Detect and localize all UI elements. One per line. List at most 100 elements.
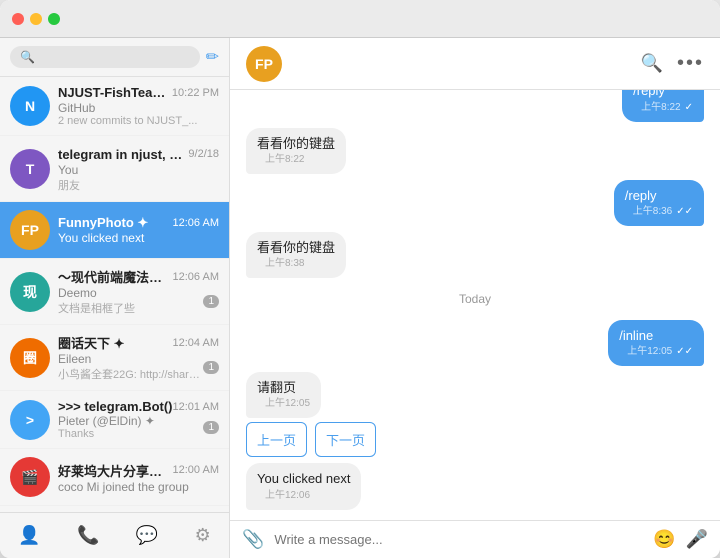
msg-bubble: You clicked next 上午12:06 — [246, 463, 361, 509]
msg-text: /inline — [619, 328, 653, 343]
message-row: You clicked next 上午12:06 — [246, 463, 704, 509]
msg-time: 上午8:22 — [265, 153, 304, 167]
msg-time: 上午12:05 — [265, 397, 310, 411]
chat-preview: Pieter (@ElDin) ✦ — [58, 414, 203, 428]
chat-name: 圈话天下 ✦ — [58, 333, 125, 352]
chat-info: 好莱坞大片分享交流 ✦ 12:00 AM coco Mi joined the … — [58, 461, 219, 494]
chat-header: FP 🔍 ••• — [230, 38, 720, 90]
msg-time: 上午8:22 — [641, 101, 680, 115]
inline-button[interactable]: 下一页 — [315, 422, 376, 457]
chat-time: 12:00 AM — [173, 464, 219, 476]
chat-input-area: 📎 😊 🎤 — [230, 520, 720, 558]
tab-phone[interactable]: 📞 — [69, 521, 107, 550]
chat-avatar: > — [10, 400, 50, 440]
chat-list: N NJUST-FishTeam ✦ 10:22 PM GitHub 2 new… — [0, 77, 229, 512]
msg-text: You clicked next — [257, 471, 350, 486]
message-row: 看看你的键盘上午8:22 — [246, 128, 704, 174]
close-button[interactable] — [12, 13, 24, 25]
search-bar: 🔍 ✏ — [0, 38, 229, 77]
msg-bubble: 看看你的键盘上午8:38 — [246, 232, 346, 278]
search-box[interactable]: 🔍 — [10, 46, 200, 68]
inline-button[interactable]: 上一页 — [246, 422, 307, 457]
chat-name: ～现代前端魔法部～ — [58, 267, 173, 286]
chat-item[interactable]: 现 ～现代前端魔法部～ 12:06 AM Deemo 文档是相框了些 1 — [0, 259, 229, 325]
search-icon: 🔍 — [20, 50, 35, 64]
msg-text: /reply — [625, 188, 657, 203]
chat-name: FunnyPhoto ✦ — [58, 215, 148, 231]
chat-preview: You — [58, 163, 219, 177]
chat-item[interactable]: FP FunnyPhoto ✦ 12:06 AM You clicked nex… — [0, 202, 229, 259]
message-row: 看看你的键盘上午8:38 — [246, 232, 704, 278]
chat-info: ～现代前端魔法部～ 12:06 AM Deemo 文档是相框了些 1 — [58, 267, 219, 316]
msg-bubble: /reply 上午8:36 ✓✓ — [614, 180, 704, 226]
tab-settings[interactable]: ⚙ — [187, 521, 219, 550]
chat-item[interactable]: 🎬 好莱坞大片分享交流 ✦ 12:00 AM coco Mi joined th… — [0, 449, 229, 506]
chat-time: 12:01 AM — [173, 401, 219, 413]
chat-badge: 1 — [203, 361, 219, 374]
message-row: /reply 上午8:36 ✓✓ — [246, 180, 704, 226]
chat-name: telegram in njust, 不… — [58, 144, 188, 163]
message-row: /inline上午12:05✓✓ — [246, 320, 704, 366]
chat-info: >>> telegram.Bot() 12:01 AM Pieter (@ElD… — [58, 399, 219, 440]
app-window: 🔍 ✏ N NJUST-FishTeam ✦ 10:22 PM GitHub 2… — [0, 0, 720, 558]
more-options-button[interactable]: ••• — [677, 52, 704, 75]
chat-time: 12:04 AM — [173, 337, 219, 349]
main-content: 🔍 ✏ N NJUST-FishTeam ✦ 10:22 PM GitHub 2… — [0, 38, 720, 558]
msg-text: 看看你的键盘 — [257, 240, 335, 255]
attach-button[interactable]: 📎 — [242, 529, 264, 550]
chat-item[interactable]: > >>> telegram.Bot() 12:01 AM Pieter (@E… — [0, 391, 229, 449]
chat-header-avatar: FP — [246, 46, 282, 82]
msg-time: 上午8:38 — [265, 257, 304, 271]
chat-info: NJUST-FishTeam ✦ 10:22 PM GitHub 2 new c… — [58, 85, 219, 127]
maximize-button[interactable] — [48, 13, 60, 25]
chat-item[interactable]: N NJUST-FishTeam ✦ 10:22 PM GitHub 2 new… — [0, 77, 229, 136]
messages-area: /echo hello aiotg下午7:45✓✓song yang/echo … — [230, 90, 720, 520]
msg-bubble: 请翻页上午12:05 — [246, 372, 321, 418]
msg-bubble: /inline上午12:05✓✓ — [608, 320, 704, 366]
msg-time: 上午12:06 — [265, 489, 310, 503]
emoji-button[interactable]: 😊 — [653, 529, 675, 550]
chat-name: 好莱坞大片分享交流 ✦ — [58, 461, 173, 480]
date-divider: Today — [246, 292, 704, 306]
msg-bubble: /reply上午8:22✓ — [622, 90, 704, 122]
chat-preview: GitHub — [58, 101, 219, 115]
chat-preview: Eileen — [58, 352, 203, 366]
inline-buttons: 上一页下一页 — [246, 422, 376, 457]
chat-preview: coco Mi joined the group — [58, 480, 219, 494]
title-bar — [0, 0, 720, 38]
message-input[interactable] — [274, 532, 643, 547]
compose-button[interactable]: ✏ — [206, 47, 219, 67]
mic-button[interactable]: 🎤 — [686, 529, 708, 550]
minimize-button[interactable] — [30, 13, 42, 25]
msg-text: 请翻页 — [257, 380, 296, 395]
msg-ticks: ✓✓ — [676, 205, 693, 219]
chat-item[interactable]: T telegram in njust, 不… 9/2/18 You 朋友 — [0, 136, 229, 202]
msg-bubble: 看看你的键盘上午8:22 — [246, 128, 346, 174]
chat-info: 圈话天下 ✦ 12:04 AM Eileen 小鸟酱全套22G: http://… — [58, 333, 219, 382]
chat-avatar: FP — [10, 210, 50, 250]
search-chat-button[interactable]: 🔍 — [641, 53, 663, 74]
chat-name: NJUST-FishTeam ✦ — [58, 85, 172, 101]
chat-info: FunnyPhoto ✦ 12:06 AM You clicked next — [58, 215, 219, 245]
chat-badge: 1 — [203, 295, 219, 308]
tab-chat[interactable]: 💬 — [128, 521, 166, 550]
chat-name: >>> telegram.Bot() — [58, 399, 173, 414]
chat-avatar: 🎬 — [10, 457, 50, 497]
chat-avatar: T — [10, 149, 50, 189]
chat-avatar: 现 — [10, 272, 50, 312]
tab-contacts[interactable]: 👤 — [10, 521, 48, 550]
chat-preview-sub: 2 new commits to NJUST_... — [58, 115, 219, 127]
chat-time: 12:06 AM — [173, 271, 219, 283]
chat-badge: 1 — [203, 421, 219, 434]
msg-text: 看看你的键盘 — [257, 136, 335, 151]
sidebar-tabs: 👤 📞 💬 ⚙ — [0, 512, 229, 558]
message-row: 请翻页上午12:05 上一页下一页 — [246, 372, 704, 457]
chat-area: FP 🔍 ••• /echo hello aiotg下午7:45✓✓song y… — [230, 38, 720, 558]
chat-item[interactable]: 圈 圈话天下 ✦ 12:04 AM Eileen 小鸟酱全套22G: http:… — [0, 325, 229, 391]
chat-preview-sub: Thanks — [58, 428, 203, 440]
msg-ticks: ✓✓ — [676, 345, 693, 359]
msg-text: /reply — [633, 90, 665, 98]
chat-preview-sub: 小鸟酱全套22G: http://share20... — [58, 366, 203, 382]
sidebar: 🔍 ✏ N NJUST-FishTeam ✦ 10:22 PM GitHub 2… — [0, 38, 230, 558]
msg-time: 上午8:36 — [633, 205, 672, 219]
